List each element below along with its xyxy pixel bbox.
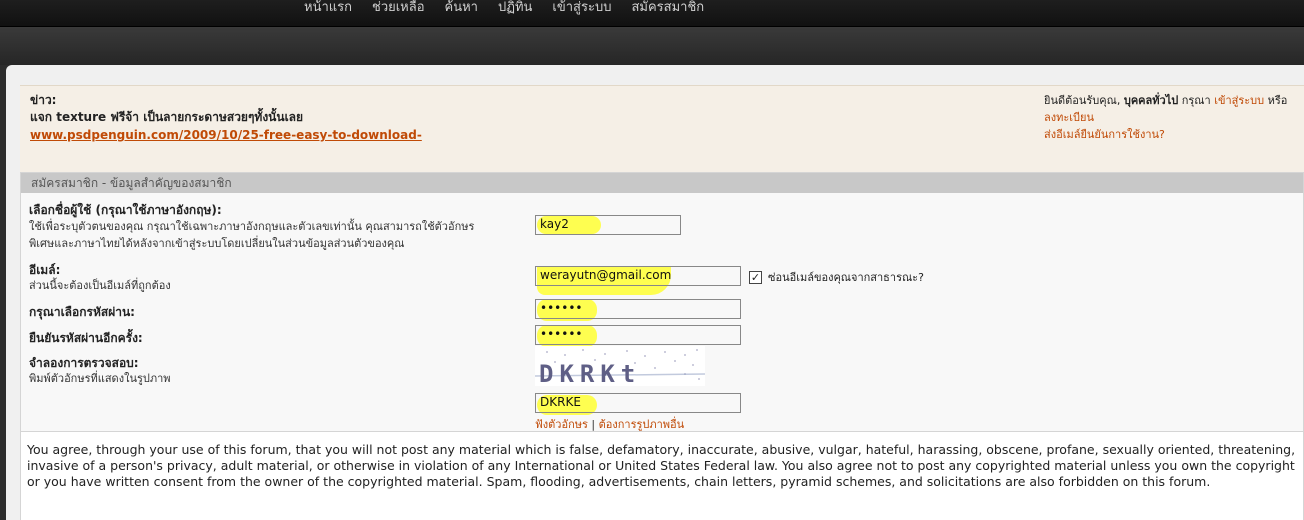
welcome-register-link[interactable]: ลงทะเบียน <box>1044 111 1094 124</box>
welcome-guest: บุคคลทั่วไป <box>1123 94 1179 107</box>
username-input[interactable]: kay2 <box>535 215 681 235</box>
nav-login[interactable]: เข้าสู่ระบบ <box>542 0 621 18</box>
nav-home[interactable]: หน้าแรก <box>294 0 362 18</box>
page-content: ข่าว: แจก texture ฟรีจ้า เป็นลายกระดาษสว… <box>6 65 1304 520</box>
welcome-greet: ยินดีต้อนรับคุณ, <box>1044 94 1121 107</box>
password-confirm-input[interactable]: •••••• <box>535 325 741 345</box>
news-label: ข่าว: <box>30 93 57 107</box>
nav-search[interactable]: ค้นหา <box>435 0 488 18</box>
top-nav-bar: หน้าแรก ช่วยเหลือ ค้นหา ปฏิทิน เข้าสู่ระ… <box>0 0 1304 27</box>
captcha-other-image-link[interactable]: ต้องการรูปภาพอื่น <box>599 418 685 431</box>
news-box: ข่าว: แจก texture ฟรีจ้า เป็นลายกระดาษสว… <box>30 92 930 144</box>
captcha-input[interactable]: DKRKE <box>535 393 741 413</box>
email-input[interactable]: werayutn@gmail.com <box>535 266 741 286</box>
nav-register[interactable]: สมัครสมาชิก <box>621 0 714 18</box>
news-link[interactable]: www.psdpenguin.com/2009/10/25-free-easy-… <box>30 126 930 144</box>
email-desc: ส่วนนี้จะต้องเป็นอีเมล์ที่ถูกต้อง <box>29 279 171 292</box>
captcha-desc: พิมพ์ตัวอักษรที่แสดงในรูปภาพ <box>29 372 171 385</box>
main-nav: หน้าแรก ช่วยเหลือ ค้นหา ปฏิทิน เข้าสู่ระ… <box>294 0 714 18</box>
welcome-or: หรือ <box>1267 94 1288 107</box>
welcome-please: กรุณา <box>1181 94 1211 107</box>
nav-help[interactable]: ช่วยเหลือ <box>362 0 435 18</box>
hide-email-checkbox[interactable]: ✓ <box>749 270 762 284</box>
password-confirm-label: ยืนยันรหัสผ่านอีกครั้ง: <box>29 331 143 345</box>
registration-panel: สมัครสมาชิก - ข้อมูลสำคัญของสมาชิก เลือก… <box>20 172 1304 432</box>
welcome-resend-link[interactable]: ส่งอีเมล์ยืนยันการใช้งาน? <box>1044 128 1165 141</box>
welcome-login-link[interactable]: เข้าสู่ระบบ <box>1214 94 1264 107</box>
captcha-image: DKRKt <box>535 346 705 386</box>
welcome-box: ยินดีต้อนรับคุณ, บุคคลทั่วไป กรุณา เข้าส… <box>1044 92 1300 143</box>
username-desc-2: พิเศษและภาษาไทยได้หลังจากเข้าสู่ระบบโดยเ… <box>29 237 405 250</box>
password-input[interactable]: •••••• <box>535 299 741 319</box>
hide-email-option[interactable]: ✓ ซ่อนอีเมล์ของคุณจากสาธารณะ? <box>749 268 924 286</box>
registration-header: สมัครสมาชิก - ข้อมูลสำคัญของสมาชิก <box>21 173 1303 193</box>
captcha-image-text: DKRKt <box>539 360 641 386</box>
nav-calendar[interactable]: ปฏิทิน <box>488 0 542 18</box>
captcha-links: ฟังตัวอักษร | ต้องการรูปภาพอื่น <box>535 415 684 433</box>
captcha-listen-link[interactable]: ฟังตัวอักษร <box>535 418 588 431</box>
header-banner <box>0 27 1304 65</box>
hide-email-label: ซ่อนอีเมล์ของคุณจากสาธารณะ? <box>768 271 924 284</box>
username-desc-1: ใช้เพื่อระบุตัวตนของคุณ กรุณาใช้เฉพาะภาษ… <box>29 220 475 233</box>
password-label: กรุณาเลือกรหัสผ่าน: <box>29 305 135 319</box>
news-text: แจก texture ฟรีจ้า เป็นลายกระดาษสวยๆทั้ง… <box>30 110 304 124</box>
terms-text: You agree, through your use of this foru… <box>20 432 1304 520</box>
captcha-link-separator: | <box>591 418 596 431</box>
